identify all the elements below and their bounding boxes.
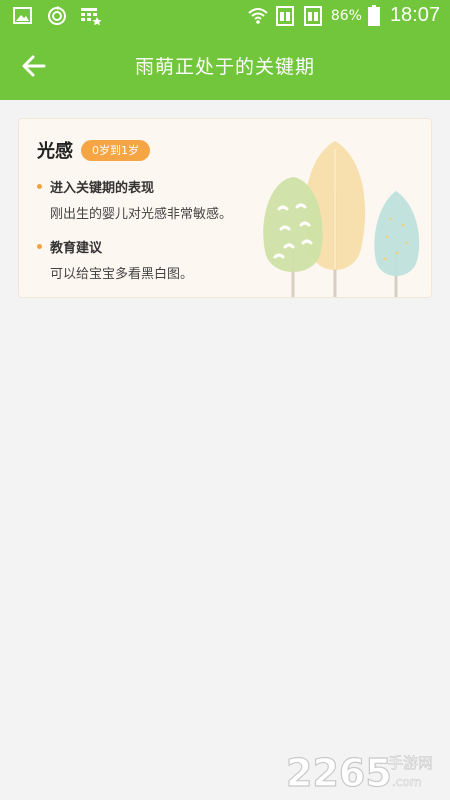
card-header: 光感 0岁到1岁 [37, 137, 150, 163]
wifi-icon [248, 7, 268, 24]
card-title: 光感 [37, 141, 73, 162]
watermark-domain: .com [392, 775, 421, 789]
status-bar-system: 86% 18:07 [247, 4, 440, 27]
status-bar-notifications [12, 5, 102, 27]
section-heading-performance: 进入关键期的表现 [37, 177, 154, 196]
bullet-dot [37, 184, 42, 189]
image-icon [13, 7, 32, 24]
battery-percent: 86% [330, 7, 362, 24]
trees-illustration [263, 141, 420, 297]
watermark-suffix: 手游网 [388, 754, 433, 772]
section-text-advice: 可以给宝宝多看黑白图。 [50, 267, 194, 282]
critical-period-card[interactable]: 光感 0岁到1岁 进入关键期的表现 刚出生的婴儿对光感非常敏感。 教育建议 可以… [18, 118, 432, 298]
sim1-icon [275, 5, 294, 26]
sim2-icon [303, 5, 322, 26]
watermark-logo: 2265 手游网 .com [285, 750, 433, 794]
refresh-icon [48, 6, 66, 25]
age-range-badge: 0岁到1岁 [81, 139, 150, 161]
section-heading-text: 教育建议 [50, 241, 103, 256]
section-heading-advice: 教育建议 [37, 237, 102, 256]
section-heading-text: 进入关键期的表现 [50, 181, 155, 196]
page-title: 雨萌正处于的关键期 [134, 56, 315, 78]
app-grid-star-icon [81, 8, 102, 26]
battery-icon [367, 4, 380, 26]
status-time: 18:07 [389, 4, 440, 26]
watermark-number: 2265 [286, 751, 392, 794]
bullet-dot [37, 244, 42, 249]
app-bar: 雨萌正处于的关键期 [0, 32, 450, 100]
status-bar: 86% 18:07 [0, 0, 450, 32]
section-text-performance: 刚出生的婴儿对光感非常敏感。 [50, 207, 233, 222]
